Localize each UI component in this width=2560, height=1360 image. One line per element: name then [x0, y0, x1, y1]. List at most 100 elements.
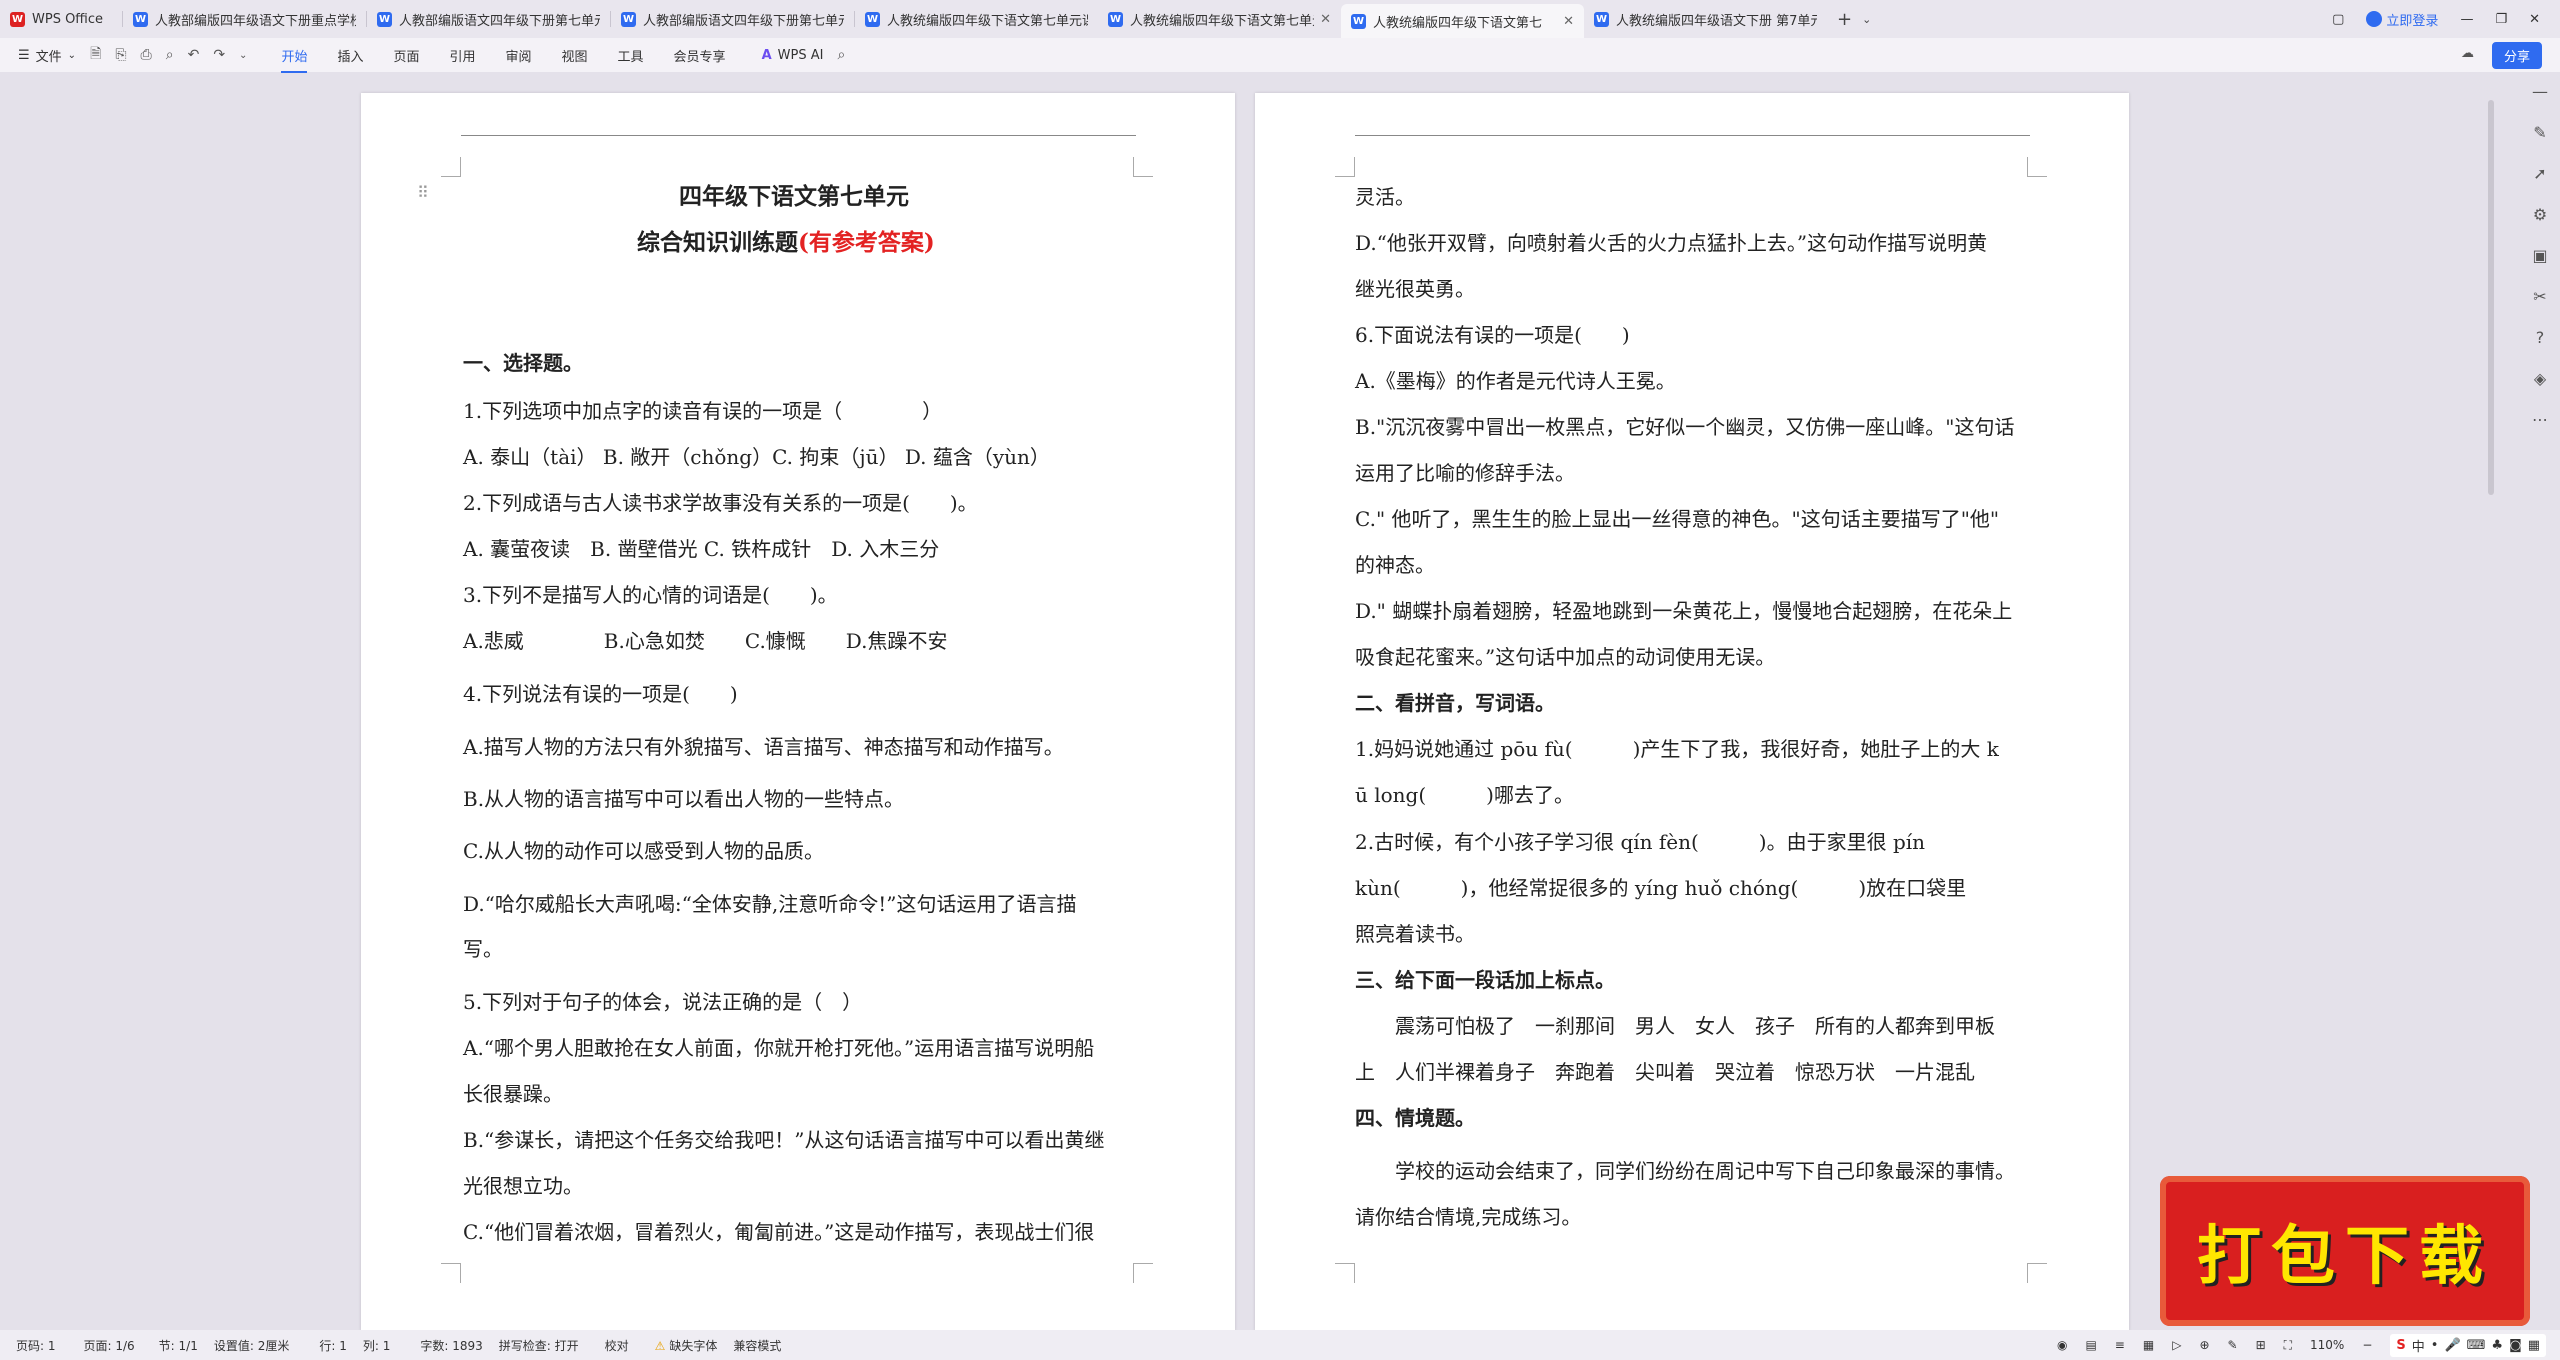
- chevron-down-icon: ⌄: [67, 49, 77, 61]
- ime-tray[interactable]: S 中 • 🎤 ⌨ ♣ ◙ ▦: [2390, 1333, 2546, 1357]
- pencil-icon[interactable]: ✎: [2228, 1338, 2238, 1352]
- chevron-down-icon[interactable]: ⌄: [239, 50, 247, 61]
- tab-member[interactable]: 会员专享: [674, 46, 726, 65]
- close-icon[interactable]: ✕: [1320, 12, 1331, 27]
- layout-list-icon[interactable]: ≡: [2115, 1338, 2125, 1352]
- text-line: B.“参谋长，请把这个任务交给我吧！”从这句话语言描写中可以看出黄继: [463, 1128, 1105, 1152]
- doc-subtitle: 综合知识训练题(有参考答案): [637, 229, 935, 257]
- redo-icon[interactable]: ↷: [213, 47, 225, 63]
- tab-document-active[interactable]: W 人教统编版四年级下语文第七 ✕: [1341, 4, 1584, 38]
- word-doc-icon: W: [377, 11, 392, 27]
- document-page-2[interactable]: 灵活。 D.“他张开双臂，向喷射着火舌的火力点猛扑上去。”这句动作描写说明黄 继…: [1255, 93, 2129, 1331]
- ai-icon: A: [761, 47, 772, 63]
- status-missing-font[interactable]: ⚠ 缺失字体: [655, 1337, 718, 1354]
- vertical-scrollbar[interactable]: [2488, 100, 2494, 495]
- word-doc-icon: W: [133, 11, 148, 27]
- status-spell[interactable]: 拼写检查: 打开: [499, 1337, 579, 1354]
- drag-handle-icon[interactable]: ⠿: [417, 183, 429, 202]
- pen-icon[interactable]: ✎: [2533, 123, 2546, 142]
- tab-insert[interactable]: 插入: [337, 46, 363, 65]
- more-icon[interactable]: ⋯: [2532, 410, 2548, 429]
- text-line: C.从人物的动作可以感受到人物的品质。: [463, 839, 824, 863]
- status-page-count[interactable]: 页面: 1/6: [84, 1337, 135, 1354]
- margin-corner: [2027, 157, 2047, 177]
- print-icon[interactable]: ⎙: [141, 47, 152, 63]
- text-line: 3.下列不是描写人的心情的词语是( )。: [463, 583, 838, 607]
- tab-references[interactable]: 引用: [449, 46, 475, 65]
- zoom-out-icon[interactable]: −: [2362, 1338, 2372, 1352]
- file-menu[interactable]: ☰ 文件 ⌄: [18, 46, 76, 65]
- window-layout-icon[interactable]: ▢: [2332, 12, 2344, 27]
- status-section[interactable]: 节: 1/1: [159, 1337, 198, 1354]
- tab-wps-office[interactable]: W WPS Office: [0, 4, 122, 34]
- margin-corner: [2027, 1263, 2047, 1283]
- share-button[interactable]: 分享: [2491, 42, 2542, 69]
- collapse-icon[interactable]: —: [2532, 82, 2548, 101]
- tab-label: 人教部编版语文四年级下册第七单元: [643, 13, 844, 29]
- status-setting[interactable]: 设置值: 2厘米: [214, 1337, 290, 1354]
- restore-icon[interactable]: ❐: [2495, 12, 2507, 27]
- fit-icon[interactable]: ⛶: [2284, 1338, 2292, 1353]
- image-icon[interactable]: ▣: [2532, 246, 2547, 265]
- document-page-1[interactable]: ⠿ 四年级下语文第七单元 综合知识训练题(有参考答案) 一、选择题。 1.下列选…: [361, 93, 1235, 1331]
- tab-document[interactable]: W 人教部编版语文四年级下册第七单元: [367, 4, 610, 34]
- tools-icon[interactable]: ✂: [2533, 287, 2546, 306]
- new-tab-icon[interactable]: +: [1837, 9, 1852, 30]
- select-icon[interactable]: ➚: [2533, 164, 2546, 183]
- close-icon[interactable]: ✕: [1563, 14, 1574, 29]
- layout-web-icon[interactable]: ▦: [2143, 1338, 2154, 1352]
- tab-label: 人教统编版四年级语文下册 第7单元: [1616, 13, 1817, 29]
- skin-icon: ♣: [2491, 1337, 2504, 1353]
- preview-icon[interactable]: ⌕: [166, 47, 174, 63]
- layout-page-icon[interactable]: ▤: [2085, 1338, 2096, 1352]
- minimize-icon[interactable]: —: [2460, 12, 2473, 27]
- search-icon[interactable]: ⌕: [837, 47, 845, 63]
- tab-home[interactable]: 开始: [281, 46, 308, 73]
- help-icon[interactable]: ?: [2536, 328, 2545, 347]
- eye-icon[interactable]: ◉: [2057, 1338, 2067, 1352]
- status-bar: 页码: 1 页面: 1/6 节: 1/1 设置值: 2厘米 行: 1 列: 1 …: [0, 1330, 2560, 1360]
- tab-document[interactable]: W 人教统编版四年级下语文第七单元 ✕: [1098, 4, 1341, 34]
- download-badge[interactable]: 打包下载: [2160, 1176, 2530, 1326]
- wps-ai-label: WPS AI: [777, 47, 824, 63]
- zoom-level[interactable]: 110%: [2310, 1338, 2344, 1352]
- game-icon: ◙: [2509, 1337, 2522, 1353]
- tab-review[interactable]: 审阅: [506, 46, 532, 65]
- status-row[interactable]: 行: 1: [319, 1337, 347, 1354]
- tab-label: 人教部编版语文四年级下册第七单元: [399, 13, 600, 29]
- export-icon[interactable]: ⎘: [115, 47, 126, 63]
- tab-document[interactable]: W 人教统编版四年级语文下册 第7单元: [1584, 4, 1827, 34]
- ime-chinese-icon: 中: [2411, 1339, 2425, 1355]
- tab-tools[interactable]: 工具: [618, 46, 644, 65]
- wps-logo-icon: W: [10, 11, 25, 27]
- right-sidebar: — ✎ ➚ ⚙ ▣ ✂ ? ◈ ⋯: [2520, 72, 2560, 1330]
- status-proof[interactable]: 校对: [605, 1337, 629, 1354]
- tab-document[interactable]: W 人教部编版四年级语文下册重点学校: [123, 4, 366, 34]
- status-words[interactable]: 字数: 1893: [420, 1337, 482, 1354]
- wps-ai-button[interactable]: A WPS AI: [762, 48, 824, 63]
- reading-icon[interactable]: ⊞: [2256, 1338, 2266, 1352]
- text-line: 震荡可怕极了 一刹那间 男人 女人 孩子 所有的人都奔到甲板: [1355, 1014, 1995, 1038]
- chevron-down-icon[interactable]: ⌄: [1862, 13, 1871, 26]
- undo-icon[interactable]: ↶: [188, 47, 200, 63]
- tab-document[interactable]: W 人教统编版四年级下语文第七单元课: [855, 4, 1098, 34]
- play-icon[interactable]: ▷: [2172, 1338, 2181, 1352]
- settings-icon[interactable]: ⚙: [2533, 205, 2547, 224]
- status-col[interactable]: 列: 1: [363, 1337, 391, 1354]
- close-window-icon[interactable]: ✕: [2529, 12, 2540, 27]
- cloud-icon[interactable]: ☁: [2461, 46, 2474, 61]
- save-icon[interactable]: 🗎: [90, 43, 101, 67]
- status-page-code[interactable]: 页码: 1: [16, 1337, 56, 1354]
- punctuation-icon: •: [2430, 1337, 2439, 1353]
- login-button[interactable]: 立即登录: [2366, 10, 2438, 29]
- margin-corner: [1335, 1263, 1355, 1283]
- grid-icon: ▦: [2527, 1337, 2540, 1353]
- section-heading: 四、情境题。: [1355, 1106, 1475, 1130]
- globe-icon[interactable]: ⊕: [2199, 1338, 2209, 1352]
- tab-document[interactable]: W 人教部编版语文四年级下册第七单元: [611, 4, 854, 34]
- shirt-icon[interactable]: ◈: [2534, 369, 2546, 388]
- tab-page[interactable]: 页面: [393, 46, 419, 65]
- text-line: 吸食起花蜜来。”这句话中加点的动词使用无误。: [1355, 645, 1776, 669]
- status-compat[interactable]: 兼容模式: [733, 1337, 781, 1354]
- tab-view[interactable]: 视图: [562, 46, 588, 65]
